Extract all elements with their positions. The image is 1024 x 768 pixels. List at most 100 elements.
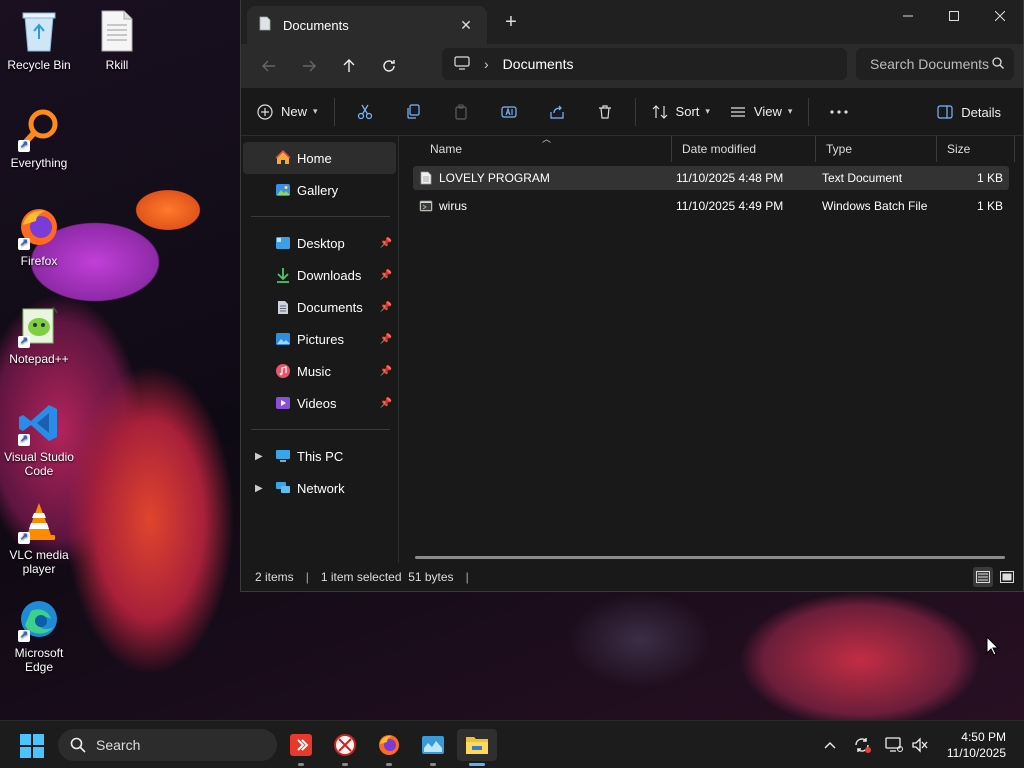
- new-button[interactable]: New ▾: [247, 96, 328, 128]
- sidebar-divider: [251, 216, 390, 217]
- taskbar-app-firefox[interactable]: [369, 729, 409, 766]
- forward-button[interactable]: [289, 50, 329, 82]
- sort-button[interactable]: Sort ▾: [642, 96, 720, 128]
- sidebar-item-this-pc[interactable]: ▶ This PC: [243, 440, 396, 472]
- file-row-wirus[interactable]: wirus 11/10/2025 4:49 PM Windows Batch F…: [413, 194, 1009, 218]
- sidebar-item-videos[interactable]: Videos 📌: [243, 387, 396, 419]
- chevron-down-icon: ▾: [705, 106, 710, 116]
- desktop-icon-recycle-bin[interactable]: Recycle Bin: [0, 8, 78, 72]
- tab-documents[interactable]: Documents ✕: [247, 6, 487, 44]
- sidebar-item-documents[interactable]: Documents 📌: [243, 291, 396, 323]
- sidebar-item-label: This PC: [297, 448, 344, 464]
- column-header-name[interactable]: Name: [399, 136, 672, 162]
- file-size: 1 KB: [976, 199, 1003, 213]
- sidebar-item-music[interactable]: Music 📌: [243, 355, 396, 387]
- running-indicator: [342, 763, 348, 766]
- pin-icon[interactable]: 📌: [380, 398, 392, 409]
- taskbar-app-file-explorer[interactable]: [457, 729, 497, 766]
- sort-button-label: Sort: [675, 104, 700, 119]
- file-date-modified: 11/10/2025 4:48 PM: [676, 171, 784, 185]
- desktop-icon-label: Rkill: [105, 58, 129, 72]
- column-header-type[interactable]: Type: [816, 136, 937, 162]
- new-tab-button[interactable]: +: [501, 12, 521, 32]
- download-icon: [275, 267, 291, 283]
- close-tab-icon[interactable]: ✕: [457, 17, 475, 34]
- taskbar-search[interactable]: Search: [58, 729, 277, 761]
- tiles-view-button[interactable]: [997, 567, 1017, 587]
- back-button[interactable]: [249, 50, 289, 82]
- desktop-icon-vscode[interactable]: ↗ Visual Studio Code: [0, 400, 78, 478]
- more-options-button[interactable]: [815, 96, 863, 128]
- file-row-lovely-program[interactable]: LOVELY PROGRAM 11/10/2025 4:48 PM Text D…: [413, 166, 1009, 190]
- start-button[interactable]: [20, 734, 44, 761]
- home-icon: [275, 150, 291, 166]
- breadcrumb-documents[interactable]: Documents: [503, 56, 574, 72]
- sidebar-item-downloads[interactable]: Downloads 📌: [243, 259, 396, 291]
- taskbar-app-rkill[interactable]: [325, 729, 365, 766]
- copy-button[interactable]: [389, 96, 437, 128]
- status-divider: |: [305, 570, 309, 584]
- file-rows: LOVELY PROGRAM 11/10/2025 4:48 PM Text D…: [399, 166, 1023, 218]
- rename-button[interactable]: [485, 96, 533, 128]
- desktop-icon-everything[interactable]: ↗ Everything: [0, 106, 78, 170]
- sidebar-item-desktop[interactable]: Desktop 📌: [243, 227, 396, 259]
- column-header-size[interactable]: Size: [937, 136, 1015, 162]
- chevron-down-icon: ▾: [313, 106, 318, 116]
- view-button[interactable]: View ▾: [720, 96, 802, 128]
- sidebar-divider: [251, 429, 390, 430]
- desktop-icon-firefox[interactable]: ↗ Firefox: [0, 204, 78, 268]
- show-hidden-icons-button[interactable]: [818, 733, 842, 757]
- tray-network-icon[interactable]: [882, 733, 906, 757]
- minimize-button[interactable]: [885, 0, 931, 32]
- folder-icon: [466, 737, 488, 754]
- pin-icon[interactable]: 📌: [380, 366, 392, 377]
- sidebar-item-label: Pictures: [297, 331, 344, 347]
- column-header-date-modified[interactable]: Date modified: [672, 136, 816, 162]
- pin-icon[interactable]: 📌: [380, 238, 392, 249]
- taskbar-app-anydesk[interactable]: [281, 729, 321, 766]
- cut-button[interactable]: [341, 96, 389, 128]
- tray-volume-icon[interactable]: [908, 733, 932, 757]
- sidebar-item-network[interactable]: ▶ Network: [243, 472, 396, 504]
- up-button[interactable]: [329, 50, 369, 82]
- window-controls: [885, 0, 1023, 32]
- sidebar-item-pictures[interactable]: Pictures 📌: [243, 323, 396, 355]
- pin-icon[interactable]: 📌: [380, 270, 392, 281]
- search-input[interactable]: Search Documents: [870, 56, 992, 72]
- sidebar-item-home[interactable]: Home: [243, 142, 396, 174]
- close-window-button[interactable]: [977, 0, 1023, 32]
- search-box[interactable]: Search Documents: [856, 48, 1014, 80]
- chevron-right-icon[interactable]: ›: [484, 56, 489, 72]
- running-indicator: [386, 763, 392, 766]
- navigation-bar: › Documents Search Documents: [241, 44, 1023, 88]
- pin-icon[interactable]: 📌: [380, 302, 392, 313]
- chevron-right-icon[interactable]: ▶: [255, 451, 263, 462]
- desktop-icon-edge[interactable]: ↗ Microsoft Edge: [0, 596, 78, 674]
- file-type: Text Document: [822, 171, 903, 185]
- desktop-icon-notepad-plus-plus[interactable]: ↗ Notepad++: [0, 302, 78, 366]
- taskbar-clock[interactable]: 4:50 PM 11/10/2025: [947, 729, 1006, 761]
- taskbar-app-monitor[interactable]: [413, 729, 453, 766]
- horizontal-scrollbar[interactable]: [415, 556, 1005, 559]
- sidebar-item-gallery[interactable]: Gallery: [243, 174, 396, 206]
- document-icon: [275, 299, 291, 315]
- refresh-button[interactable]: [369, 50, 409, 82]
- delete-button[interactable]: [581, 96, 629, 128]
- details-view-button[interactable]: [973, 567, 993, 587]
- title-bar: Documents ✕ +: [241, 0, 1023, 44]
- tray-sync-icon[interactable]: [850, 733, 874, 757]
- address-bar[interactable]: › Documents: [442, 48, 847, 80]
- desktop-icon-vlc[interactable]: ↗ VLC media player: [0, 498, 78, 576]
- navigation-pane: Home Gallery Desktop 📌 Downloads 📌 Docum…: [241, 136, 399, 563]
- desktop-icon-label: Notepad++: [9, 352, 69, 366]
- share-button[interactable]: [533, 96, 581, 128]
- details-pane-button[interactable]: Details: [927, 96, 1011, 128]
- sort-ascending-icon: ︿: [542, 134, 552, 144]
- chevron-right-icon[interactable]: ▶: [255, 483, 263, 494]
- running-indicator: [469, 763, 485, 766]
- maximize-button[interactable]: [931, 0, 977, 32]
- pin-icon[interactable]: 📌: [380, 334, 392, 345]
- paste-button[interactable]: [437, 96, 485, 128]
- sidebar-item-label: Music: [297, 363, 331, 379]
- desktop-icon-rkill[interactable]: Rkill: [78, 8, 156, 72]
